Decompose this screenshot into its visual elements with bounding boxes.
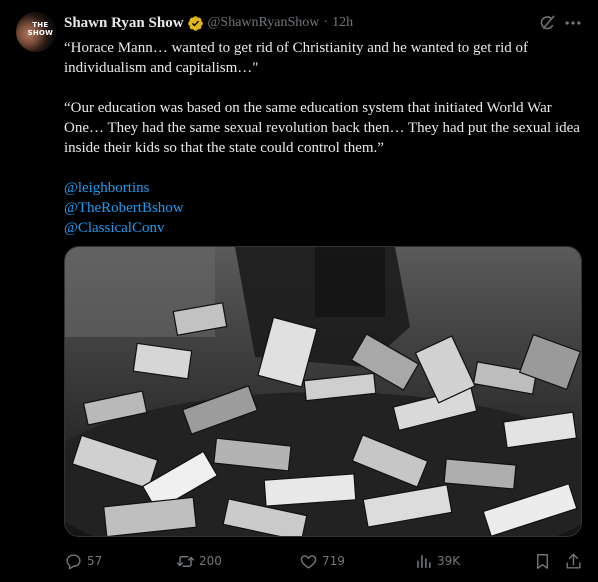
reply-button[interactable]: 57 bbox=[64, 550, 102, 572]
tweet-text: “Horace Mann… wanted to get rid of Chris… bbox=[64, 38, 584, 238]
avatar-logo-line2: SHOW bbox=[27, 29, 53, 37]
more-icon[interactable] bbox=[563, 13, 583, 33]
verified-badge-icon[interactable] bbox=[187, 15, 204, 32]
bookmark-icon bbox=[537, 553, 548, 569]
separator-dot: · bbox=[323, 15, 329, 30]
tweet-header: Shawn Ryan Show @ShawnRyanShow · 12h bbox=[64, 13, 353, 33]
video-player[interactable] bbox=[64, 246, 582, 537]
like-button[interactable]: 719 bbox=[299, 550, 345, 572]
action-bar: 57 200 719 39K bbox=[64, 550, 584, 572]
share-icon bbox=[566, 553, 581, 569]
like-count: 719 bbox=[322, 554, 345, 568]
mention-link[interactable]: @TheRobertBshow bbox=[64, 198, 584, 218]
author-name[interactable]: Shawn Ryan Show bbox=[64, 15, 184, 32]
share-button[interactable] bbox=[564, 550, 587, 572]
timestamp[interactable]: 12h bbox=[332, 15, 353, 31]
repost-button[interactable]: 200 bbox=[176, 550, 222, 572]
repost-count: 200 bbox=[199, 554, 222, 568]
avatar-logo-line1: THE bbox=[32, 21, 49, 29]
reply-icon bbox=[66, 553, 81, 569]
bookmark-button[interactable] bbox=[533, 550, 556, 572]
mention-link[interactable]: @leighbortins bbox=[64, 178, 584, 198]
views-button[interactable]: 39K bbox=[414, 550, 460, 572]
tweet[interactable]: THE SHOW Shawn Ryan Show @ShawnRyanShow … bbox=[0, 0, 598, 582]
reply-count: 57 bbox=[87, 554, 103, 568]
views-icon bbox=[417, 554, 431, 568]
author-handle[interactable]: @ShawnRyanShow bbox=[208, 15, 320, 31]
tweet-paragraph-1: “Horace Mann… wanted to get rid of Chris… bbox=[64, 40, 529, 76]
heart-icon bbox=[300, 554, 317, 569]
avatar[interactable]: THE SHOW bbox=[16, 12, 56, 52]
views-count: 39K bbox=[437, 554, 461, 568]
repost-icon bbox=[176, 555, 195, 567]
tweet-paragraph-2: “Our education was based on the same edu… bbox=[64, 100, 580, 156]
mention-link[interactable]: @ClassicalConv bbox=[64, 218, 584, 238]
grok-icon[interactable] bbox=[537, 13, 557, 33]
video-frame-books bbox=[65, 247, 581, 536]
avatar-logo: THE SHOW bbox=[28, 21, 53, 37]
